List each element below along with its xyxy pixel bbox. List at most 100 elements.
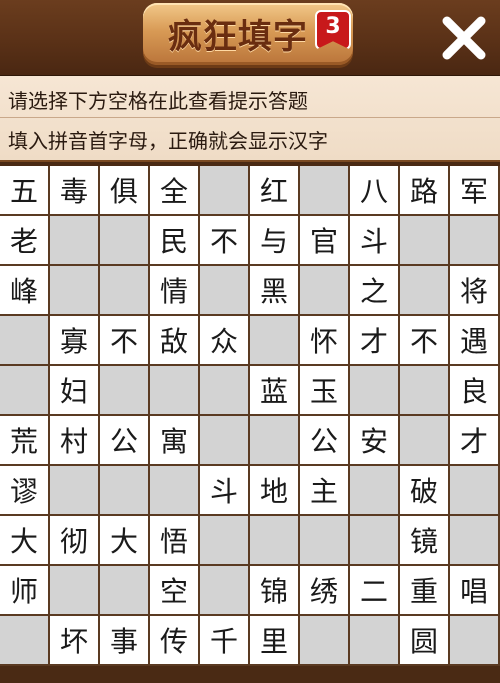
bottom-bar bbox=[0, 666, 500, 683]
grid-cell[interactable]: 千 bbox=[200, 616, 250, 666]
grid-blank-cell bbox=[250, 516, 300, 566]
grid-blank-cell bbox=[350, 516, 400, 566]
grid-blank-cell bbox=[150, 366, 200, 416]
grid-cell[interactable]: 里 bbox=[250, 616, 300, 666]
grid-cell[interactable]: 公 bbox=[300, 416, 350, 466]
grid-cell[interactable]: 谬 bbox=[0, 466, 50, 516]
grid-cell[interactable]: 蓝 bbox=[250, 366, 300, 416]
grid-cell[interactable]: 黑 bbox=[250, 266, 300, 316]
grid-cell[interactable]: 锦 bbox=[250, 566, 300, 616]
grid-cell[interactable]: 唱 bbox=[450, 566, 500, 616]
game-title: 疯狂填字 bbox=[168, 17, 308, 57]
grid-blank-cell bbox=[100, 466, 150, 516]
grid-cell[interactable]: 寓 bbox=[150, 416, 200, 466]
grid-cell[interactable]: 传 bbox=[150, 616, 200, 666]
grid-cell[interactable]: 荒 bbox=[0, 416, 50, 466]
grid-cell[interactable]: 八 bbox=[350, 166, 400, 216]
grid-cell[interactable]: 才 bbox=[350, 316, 400, 366]
grid-cell[interactable]: 军 bbox=[450, 166, 500, 216]
grid-cell[interactable]: 公 bbox=[100, 416, 150, 466]
grid-blank-cell bbox=[0, 616, 50, 666]
grid-cell[interactable]: 斗 bbox=[350, 216, 400, 266]
grid-cell[interactable]: 不 bbox=[400, 316, 450, 366]
grid-blank-cell bbox=[100, 266, 150, 316]
grid-blank-cell bbox=[50, 216, 100, 266]
grid-cell[interactable]: 五 bbox=[0, 166, 50, 216]
grid-cell[interactable]: 敌 bbox=[150, 316, 200, 366]
grid-cell[interactable]: 大 bbox=[0, 516, 50, 566]
grid-blank-cell bbox=[300, 166, 350, 216]
grid-cell[interactable]: 毒 bbox=[50, 166, 100, 216]
grid-cell[interactable]: 之 bbox=[350, 266, 400, 316]
grid-cell[interactable]: 斗 bbox=[200, 466, 250, 516]
grid-blank-cell bbox=[250, 316, 300, 366]
grid-cell[interactable]: 师 bbox=[0, 566, 50, 616]
grid-blank-cell bbox=[400, 266, 450, 316]
grid-cell[interactable]: 空 bbox=[150, 566, 200, 616]
grid-cell[interactable]: 重 bbox=[400, 566, 450, 616]
grid-cell[interactable]: 绣 bbox=[300, 566, 350, 616]
grid-blank-cell bbox=[200, 166, 250, 216]
grid-cell[interactable]: 良 bbox=[450, 366, 500, 416]
crossword-grid: 五毒俱全红八路军老民不与官斗峰情黑之将寡不敌众怀才不遇妇蓝玉良荒村公寓公安才谬斗… bbox=[0, 166, 500, 666]
grid-cell[interactable]: 安 bbox=[350, 416, 400, 466]
close-button[interactable] bbox=[436, 12, 492, 64]
grid-cell[interactable]: 遇 bbox=[450, 316, 500, 366]
grid-blank-cell bbox=[350, 366, 400, 416]
grid-cell[interactable]: 与 bbox=[250, 216, 300, 266]
grid-cell[interactable]: 全 bbox=[150, 166, 200, 216]
grid-blank-cell bbox=[200, 416, 250, 466]
grid-cell[interactable]: 事 bbox=[100, 616, 150, 666]
grid-cell[interactable]: 镜 bbox=[400, 516, 450, 566]
grid-cell[interactable]: 怀 bbox=[300, 316, 350, 366]
grid-blank-cell bbox=[100, 566, 150, 616]
grid-cell[interactable]: 妇 bbox=[50, 366, 100, 416]
grid-cell[interactable]: 将 bbox=[450, 266, 500, 316]
grid-blank-cell bbox=[400, 216, 450, 266]
grid-blank-cell bbox=[300, 516, 350, 566]
grid-cell[interactable]: 大 bbox=[100, 516, 150, 566]
hint-text-input: 填入拼音首字母，正确就会显示汉字 bbox=[8, 129, 328, 153]
grid-blank-cell bbox=[0, 366, 50, 416]
grid-cell[interactable]: 老 bbox=[0, 216, 50, 266]
grid-cell[interactable]: 地 bbox=[250, 466, 300, 516]
grid-blank-cell bbox=[450, 616, 500, 666]
grid-blank-cell bbox=[50, 266, 100, 316]
grid-cell[interactable]: 情 bbox=[150, 266, 200, 316]
grid-cell[interactable]: 悟 bbox=[150, 516, 200, 566]
grid-cell[interactable]: 破 bbox=[400, 466, 450, 516]
grid-blank-cell bbox=[200, 566, 250, 616]
grid-blank-cell bbox=[200, 516, 250, 566]
close-x-icon[interactable] bbox=[441, 15, 487, 61]
grid-cell[interactable]: 不 bbox=[200, 216, 250, 266]
grid-blank-cell bbox=[300, 266, 350, 316]
grid-cell[interactable]: 不 bbox=[100, 316, 150, 366]
grid-cell[interactable]: 俱 bbox=[100, 166, 150, 216]
grid-blank-cell bbox=[200, 366, 250, 416]
grid-blank-cell bbox=[50, 566, 100, 616]
grid-blank-cell bbox=[450, 466, 500, 516]
grid-cell[interactable]: 官 bbox=[300, 216, 350, 266]
grid-cell[interactable]: 路 bbox=[400, 166, 450, 216]
grid-blank-cell bbox=[50, 466, 100, 516]
grid-cell[interactable]: 主 bbox=[300, 466, 350, 516]
grid-blank-cell bbox=[300, 616, 350, 666]
grid-blank-cell bbox=[450, 516, 500, 566]
grid-cell[interactable]: 二 bbox=[350, 566, 400, 616]
grid-cell[interactable]: 圆 bbox=[400, 616, 450, 666]
grid-cell[interactable]: 民 bbox=[150, 216, 200, 266]
grid-cell[interactable]: 玉 bbox=[300, 366, 350, 416]
grid-blank-cell bbox=[350, 466, 400, 516]
grid-cell[interactable]: 众 bbox=[200, 316, 250, 366]
grid-cell[interactable]: 才 bbox=[450, 416, 500, 466]
grid-cell[interactable]: 坏 bbox=[50, 616, 100, 666]
grid-blank-cell bbox=[450, 216, 500, 266]
grid-blank-cell bbox=[400, 366, 450, 416]
grid-blank-cell bbox=[350, 616, 400, 666]
grid-cell[interactable]: 村 bbox=[50, 416, 100, 466]
grid-cell[interactable]: 峰 bbox=[0, 266, 50, 316]
grid-cell[interactable]: 彻 bbox=[50, 516, 100, 566]
top-bar: 疯狂填字 3 bbox=[0, 0, 500, 76]
grid-cell[interactable]: 红 bbox=[250, 166, 300, 216]
grid-cell[interactable]: 寡 bbox=[50, 316, 100, 366]
